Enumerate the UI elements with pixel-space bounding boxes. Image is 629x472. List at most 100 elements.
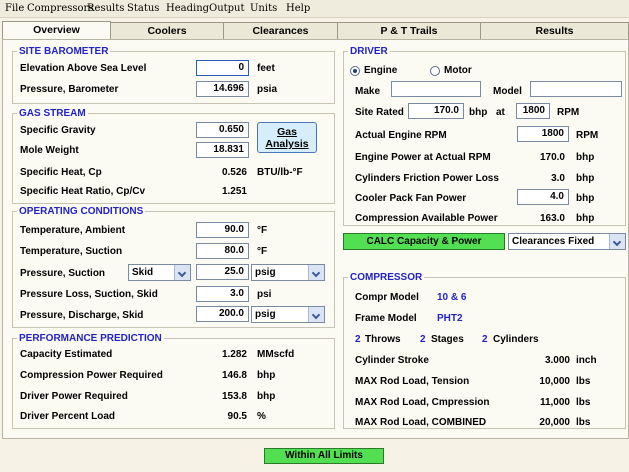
menu-bar: File Compressors Results Status Heading … xyxy=(0,0,629,18)
driver-load-label: Driver Percent Load xyxy=(20,411,116,422)
discharge-pressure-unit-select[interactable]: psig xyxy=(251,306,325,323)
calc-capacity-button[interactable]: CALC Capacity & Power xyxy=(343,233,505,250)
discharge-pressure-input[interactable]: 200.0 xyxy=(196,306,249,322)
barometer-pressure-label: Pressure, Barometer xyxy=(20,84,119,95)
engine-power-label: Engine Power at Actual RPM xyxy=(355,152,491,163)
suction-temperature-label: Temperature, Suction xyxy=(20,246,123,257)
friction-loss-value: 3.0 xyxy=(551,173,565,184)
frame-model-label: Frame Model xyxy=(355,313,417,324)
site-rated-input[interactable]: 170.0 xyxy=(408,103,464,119)
combined-load-value: 20,000 xyxy=(539,417,570,428)
specific-heat-unit: BTU/lb-°F xyxy=(257,167,303,178)
tension-load-label: MAX Rod Load, Tension xyxy=(355,376,470,387)
stroke-label: Cylinder Stroke xyxy=(355,355,429,366)
compression-power-label: Compression Power Required xyxy=(20,370,163,381)
cylinders-label: Cylinders xyxy=(493,334,539,345)
engine-power-value: 170.0 xyxy=(539,152,565,163)
compression-load-value: 11,000 xyxy=(539,397,570,408)
combined-load-unit: lbs xyxy=(576,417,591,428)
tab-pt-trails[interactable]: P & T Trails xyxy=(337,22,481,39)
frame-model-value: PHT2 xyxy=(437,313,463,324)
actual-rpm-input[interactable]: 1800 xyxy=(517,126,569,142)
actual-rpm-unit: RPM xyxy=(576,130,599,141)
ambient-temperature-input[interactable]: 90.0 xyxy=(196,222,249,238)
capacity-unit: MMscfd xyxy=(257,349,295,360)
fan-power-unit: bhp xyxy=(576,193,595,204)
driver-title: DRIVER xyxy=(348,46,390,57)
menu-results[interactable]: Results xyxy=(87,3,124,14)
barometer-pressure-unit: psia xyxy=(257,84,278,95)
suction-loss-unit: psi xyxy=(257,289,272,300)
fan-power-input[interactable]: 4.0 xyxy=(517,189,569,205)
specific-heat-ratio-value: 1.251 xyxy=(221,186,247,197)
chevron-down-icon xyxy=(174,265,190,280)
tab-clearances[interactable]: Clearances xyxy=(223,22,338,39)
suction-location-value: Skid xyxy=(132,267,154,278)
site-barometer-title: SITE BAROMETER xyxy=(17,46,111,57)
discharge-pressure-unit-value: psig xyxy=(255,309,276,320)
stages-value: 2 xyxy=(420,334,426,345)
elevation-label: Elevation Above Sea Level xyxy=(20,63,147,74)
throws-label: Throws xyxy=(365,334,401,345)
driver-power-label: Driver Power Required xyxy=(20,391,128,402)
available-power-value: 163.0 xyxy=(539,213,565,224)
suction-location-select[interactable]: Skid xyxy=(128,264,191,281)
gas-analysis-button-line2: Analysis xyxy=(265,138,309,150)
suction-loss-input[interactable]: 3.0 xyxy=(196,286,249,302)
chevron-down-icon xyxy=(308,265,324,280)
barometer-pressure-input[interactable]: 14.696 xyxy=(196,81,249,97)
site-barometer-group: SITE BAROMETER xyxy=(12,46,335,104)
menu-units[interactable]: Units xyxy=(250,3,277,14)
clearances-select[interactable]: Clearances Fixed xyxy=(508,233,626,250)
chevron-down-icon xyxy=(609,234,625,249)
specific-gravity-input[interactable]: 0.650 xyxy=(196,122,249,138)
capacity-label: Capacity Estimated xyxy=(20,349,113,360)
actual-rpm-label: Actual Engine RPM xyxy=(355,130,447,141)
suction-pressure-input[interactable]: 25.0 xyxy=(196,264,249,280)
engine-radio[interactable] xyxy=(350,66,360,76)
menu-heading[interactable]: Heading xyxy=(166,3,209,14)
motor-radio[interactable] xyxy=(430,66,440,76)
model-label: Model xyxy=(493,86,522,97)
ambient-temperature-label: Temperature, Ambient xyxy=(20,225,126,236)
menu-output[interactable]: Output xyxy=(209,3,245,14)
make-input[interactable] xyxy=(391,81,481,97)
ambient-temperature-unit: °F xyxy=(257,225,268,236)
stroke-value: 3.000 xyxy=(544,355,570,366)
driver-load-value: 90.5 xyxy=(227,411,247,422)
motor-radio-label: Motor xyxy=(444,65,472,76)
menu-status[interactable]: Status xyxy=(127,3,159,14)
tab-bar: Overview Coolers Clearances P & T Trails… xyxy=(0,21,629,40)
rated-rpm-input[interactable]: 1800 xyxy=(516,103,550,119)
compression-load-label: MAX Rod Load, Cmpression xyxy=(355,397,490,408)
suction-temperature-input[interactable]: 80.0 xyxy=(196,243,249,259)
suction-loss-label: Pressure Loss, Suction, Skid xyxy=(20,289,158,300)
suction-pressure-unit-select[interactable]: psig xyxy=(251,264,325,281)
menu-file[interactable]: File xyxy=(5,3,24,14)
suction-temperature-unit: °F xyxy=(257,246,268,257)
mole-weight-label: Mole Weight xyxy=(20,145,79,156)
compression-power-unit: bhp xyxy=(257,370,276,381)
performance-title: PERFORMANCE PREDICTION xyxy=(17,333,164,344)
stages-label: Stages xyxy=(431,334,464,345)
friction-loss-unit: bhp xyxy=(576,173,595,184)
tab-results[interactable]: Results xyxy=(480,22,629,39)
compressor-model-value: 10 & 6 xyxy=(437,292,467,303)
mole-weight-input[interactable]: 18.831 xyxy=(196,142,249,158)
friction-loss-label: Cylinders Friction Power Loss xyxy=(355,173,499,184)
discharge-pressure-label: Pressure, Discharge, Skid xyxy=(20,310,144,321)
elevation-input[interactable]: 0 xyxy=(196,60,249,76)
specific-gravity-label: Specific Gravity xyxy=(20,125,96,136)
engine-power-unit: bhp xyxy=(576,152,595,163)
suction-pressure-label: Pressure, Suction xyxy=(20,268,106,279)
tab-coolers[interactable]: Coolers xyxy=(110,22,224,39)
tab-overview[interactable]: Overview xyxy=(2,21,111,40)
model-input[interactable] xyxy=(530,81,622,97)
operating-conditions-title: OPERATING CONDITIONS xyxy=(17,206,146,217)
gas-analysis-button-line1: Gas xyxy=(277,126,297,138)
driver-load-unit: % xyxy=(257,411,266,422)
menu-compressors[interactable]: Compressors xyxy=(27,3,93,14)
compression-power-value: 146.8 xyxy=(221,370,247,381)
menu-help[interactable]: Help xyxy=(286,3,310,14)
gas-analysis-button[interactable]: Gas Analysis xyxy=(257,122,317,153)
